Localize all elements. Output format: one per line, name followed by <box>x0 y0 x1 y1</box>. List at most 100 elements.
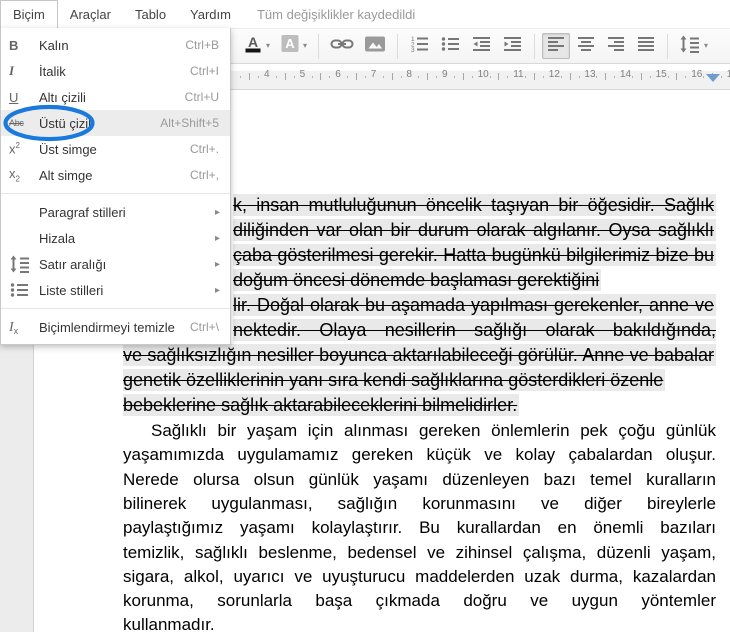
text-line[interactable]: paylaştığımız yaşamı kolaylaştırır. Bu k… <box>123 516 716 540</box>
menu-item-label: Satır aralığı <box>39 257 215 272</box>
submenu-arrow-icon: ▸ <box>215 259 222 270</box>
menubar-item-bicim[interactable]: Biçim <box>0 0 58 28</box>
text-line[interactable]: sigara, alkol, uyarıcı ve uyuşturucu mad… <box>123 565 716 589</box>
increase-indent-icon <box>502 35 523 58</box>
menu-item-label: İtalik <box>39 64 190 79</box>
text-line[interactable]: nektedir. Olaya nesillerin sağlığı olara… <box>233 318 716 343</box>
selected-strikethrough-text: diliğinden var olan bir durum olarak alg… <box>233 219 716 241</box>
menu-item-bicimlendirmeyi-temizle[interactable]: IxBiçimlendirmeyi temizleCtrl+\ <box>1 314 230 340</box>
menu-item-hizala[interactable]: Hizala▸ <box>1 225 230 251</box>
text-line[interactable]: kullanmadır. <box>123 613 215 632</box>
ruler-tick <box>605 73 606 80</box>
menu-item-alti-cizili[interactable]: UAltı çiziliCtrl+U <box>1 84 230 110</box>
bold-icon: B <box>9 38 39 53</box>
ruler-tick <box>356 73 357 80</box>
text-line[interactable]: ve sağlıksızlığın nesiller boyunca aktar… <box>123 343 716 368</box>
bulleted-list-button[interactable] <box>436 33 465 59</box>
highlight-color-button[interactable]: A▾ <box>276 33 311 59</box>
ruler-tick <box>596 76 597 78</box>
menu-item-paragraf-stilleri[interactable]: Paragraf stilleri▸ <box>1 199 230 225</box>
menu-item-italik[interactable]: IİtalikCtrl+I <box>1 58 230 84</box>
text-line[interactable]: yaşamımızda uygulamamız gereken küçük ve… <box>123 443 716 467</box>
text-line[interactable]: k, insan mutluluğunun öncelik taşıyan bi… <box>233 193 716 218</box>
menu-shortcut: Alt+Shift+5 <box>160 116 222 130</box>
text-line[interactable]: bilinerek uygulanması, sağlığın korunmas… <box>123 492 716 516</box>
subscript-icon: x2 <box>9 166 39 184</box>
ruler-number: 4 <box>264 69 270 80</box>
ruler-tick <box>427 73 428 80</box>
line-spacing-icon <box>9 255 39 273</box>
highlight-color-icon: A <box>280 34 300 58</box>
text-line[interactable]: temizlik, sağlıklı beslenme, bedensel ve… <box>123 541 716 565</box>
toolbar-separator <box>667 34 668 59</box>
increase-indent-button[interactable] <box>498 33 527 59</box>
text-line[interactable]: Nerede olursa olsun günlük yaşamı düzenl… <box>123 468 716 492</box>
selected-strikethrough-text: lir. Doğal olarak bu aşamada yapılması g… <box>233 294 716 316</box>
menu-item-ustu-cizili[interactable]: AbcÜstü çiziliAlt+Shift+5 <box>1 110 230 136</box>
text-line[interactable]: çaba gösterilmesi gerekir. Hatta bugünkü… <box>233 243 716 268</box>
menu-item-label: Üst simge <box>39 142 190 157</box>
menu-separator <box>1 193 230 194</box>
ruler-number: 16 <box>691 69 702 80</box>
menu-item-label: Üstü çizili <box>39 116 160 131</box>
line-spacing-button[interactable]: ▾ <box>675 33 712 59</box>
text-color-button[interactable]: A▾ <box>239 33 274 59</box>
text-line[interactable]: korunma, sorunlarla başa çıkmada doğru v… <box>123 589 716 613</box>
clear-format-icon: Ix <box>9 319 39 336</box>
menu-item-label: Kalın <box>39 38 185 53</box>
numbered-list-button[interactable]: 123 <box>405 33 434 59</box>
justify-button[interactable] <box>632 33 660 59</box>
ruler-tick <box>472 76 473 78</box>
selected-strikethrough-text: doğum öncesi dönemde başlaması gerektiği… <box>233 269 601 291</box>
ruler-tick <box>703 76 704 78</box>
paragraph-text: sigara, alkol, uyarıcı ve uyuşturucu mad… <box>123 567 716 586</box>
menubar-item-araclar[interactable]: Araçlar <box>58 0 123 28</box>
menu-item-liste-stilleri[interactable]: Liste stilleri▸ <box>1 277 230 303</box>
ruler-tick <box>570 73 571 80</box>
right-indent-marker[interactable] <box>706 74 720 82</box>
save-status: Tüm değişiklikler kaydedildi <box>257 0 415 28</box>
decrease-indent-button[interactable] <box>467 33 496 59</box>
ruler-tick <box>329 76 330 78</box>
menu-item-label: Altı çizili <box>39 90 185 105</box>
selected-strikethrough-text: nektedir. Olaya nesillerin sağlığı olara… <box>233 319 716 343</box>
toolbar-separator <box>534 34 535 59</box>
text-line[interactable]: bebeklerine sağlık aktarabileceklerini b… <box>123 393 519 418</box>
text-line[interactable]: diliğinden var olan bir durum olarak alg… <box>233 218 716 243</box>
align-center-button[interactable] <box>572 33 600 59</box>
menu-shortcut: Ctrl+\ <box>190 320 222 334</box>
ruler-number: 12 <box>549 69 560 80</box>
insert-link-icon <box>330 35 354 58</box>
menu-item-alt-simge[interactable]: x2Alt simgeCtrl+, <box>1 162 230 188</box>
menu-item-kalin[interactable]: BKalınCtrl+B <box>1 32 230 58</box>
ruler-tick <box>401 76 402 78</box>
line-spacing-icon <box>679 35 701 58</box>
align-right-button[interactable] <box>602 33 630 59</box>
menu-item-label: Biçimlendirmeyi temizle <box>39 320 190 335</box>
menubar-item-tablo[interactable]: Tablo <box>123 0 178 28</box>
ruler-tick <box>392 73 393 80</box>
list-styles-icon <box>9 281 39 299</box>
text-line[interactable]: lir. Doğal olarak bu aşamada yapılması g… <box>233 293 716 318</box>
paragraph-text: Nerede olursa olsun günlük yaşamı düzenl… <box>123 470 716 489</box>
ruler-number: 15 <box>656 69 667 80</box>
ruler-number: 6 <box>335 69 341 80</box>
ruler-tick <box>498 73 499 80</box>
ruler-tick <box>320 73 321 80</box>
insert-image-button[interactable] <box>360 33 390 59</box>
ruler-tick <box>436 76 437 78</box>
text-line[interactable]: Sağlıklı bir yaşam için alınması gereken… <box>151 419 716 443</box>
ruler-tick <box>543 76 544 78</box>
ruler-tick <box>312 76 313 78</box>
menu-shortcut: Ctrl+. <box>190 142 222 156</box>
text-line[interactable]: doğum öncesi dönemde başlaması gerektiği… <box>233 268 601 293</box>
chevron-down-icon: ▾ <box>266 42 270 50</box>
align-left-button[interactable] <box>542 33 570 59</box>
menubar-item-yardim[interactable]: Yardım <box>178 0 243 28</box>
menu-item-ust-simge[interactable]: x2Üst simgeCtrl+. <box>1 136 230 162</box>
insert-link-button[interactable] <box>326 33 358 59</box>
text-line[interactable]: genetik özelliklerinin yanı sıra kendi s… <box>123 368 665 393</box>
numbered-list-icon: 123 <box>409 35 430 58</box>
svg-text:3: 3 <box>411 47 415 53</box>
menu-item-satir-araligi[interactable]: Satır aralığı▸ <box>1 251 230 277</box>
